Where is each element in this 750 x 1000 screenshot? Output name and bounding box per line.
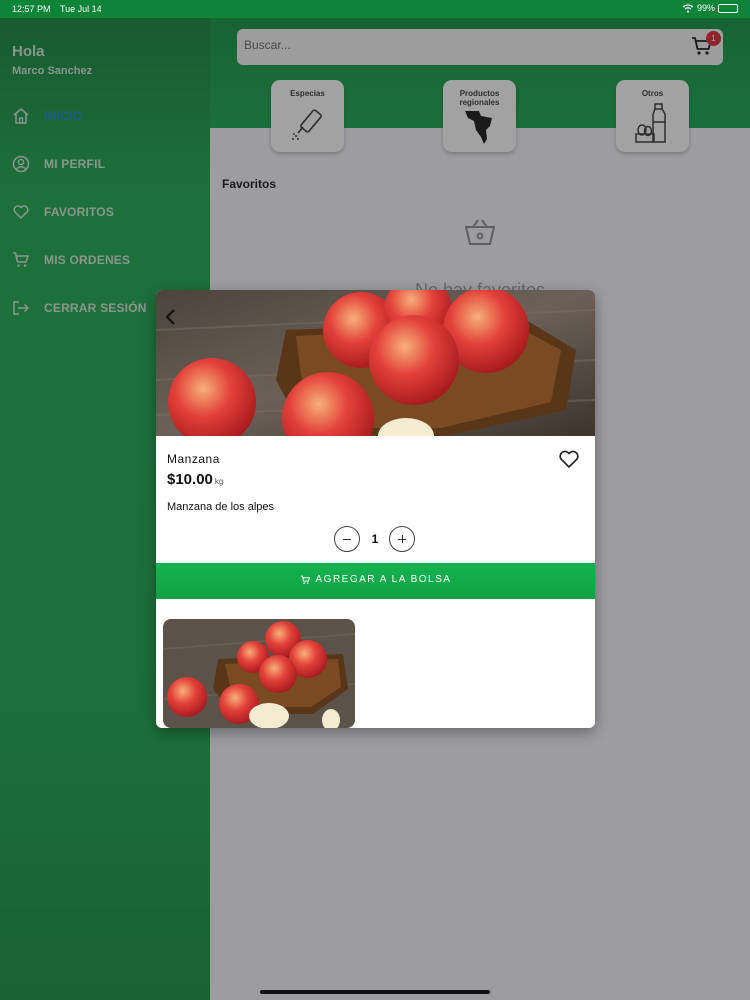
price-row: $10.00 kg — [167, 471, 223, 489]
add-to-bag-label: AGREGAR A LA BOLSA — [315, 574, 452, 586]
product-image — [156, 290, 595, 436]
add-to-bag-button[interactable]: AGREGAR A LA BOLSA — [156, 563, 595, 599]
battery-icon — [718, 3, 738, 13]
price-unit: kg — [214, 477, 224, 486]
status-date: Tue Jul 14 — [60, 4, 102, 14]
battery-percent: 99% — [696, 3, 715, 13]
back-chevron-icon[interactable] — [162, 307, 180, 327]
product-name: Manzana — [167, 452, 220, 466]
cart-icon — [300, 575, 310, 584]
status-bar: 12:57 PM Tue Jul 14 99% — [0, 0, 750, 18]
product-thumbnail[interactable] — [163, 619, 355, 728]
product-detail-modal: Manzana $10.00 kg Manzana de los alpes 1 … — [156, 290, 595, 728]
product-price: $10.00 — [167, 471, 213, 488]
wifi-icon — [682, 3, 694, 13]
decrease-quantity-button[interactable] — [334, 526, 360, 552]
status-right: 99% — [682, 3, 738, 13]
app-screen: 1 Especias Productos regionales — [0, 0, 750, 1000]
home-indicator[interactable] — [260, 990, 490, 994]
quantity-value: 1 — [371, 532, 379, 546]
increase-quantity-button[interactable] — [389, 526, 415, 552]
favorite-heart-icon[interactable] — [558, 449, 580, 469]
quantity-stepper: 1 — [334, 526, 416, 552]
product-description: Manzana de los alpes — [167, 501, 275, 513]
status-time: 12:57 PM — [12, 4, 51, 14]
